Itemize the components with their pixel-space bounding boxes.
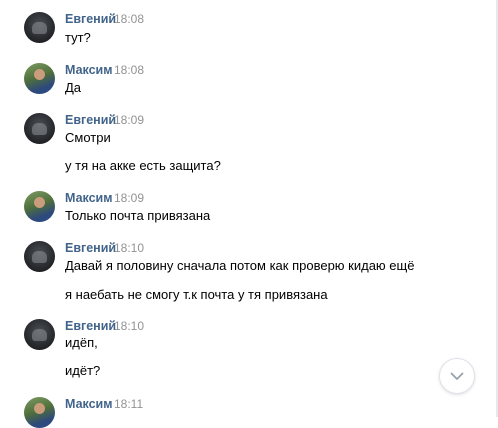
- author-name[interactable]: Евгений: [65, 12, 116, 27]
- message-text: идёт?: [65, 363, 101, 378]
- avatar[interactable]: [24, 113, 55, 144]
- avatar[interactable]: [24, 241, 55, 272]
- avatar[interactable]: [24, 63, 55, 94]
- author-name[interactable]: Евгений: [65, 319, 116, 334]
- message-time[interactable]: 18:09: [114, 191, 144, 206]
- avatar[interactable]: [24, 319, 55, 350]
- author-name[interactable]: Евгений: [65, 113, 116, 128]
- message-text: тут?: [65, 30, 91, 45]
- message-time[interactable]: 18:10: [114, 241, 144, 256]
- message-time[interactable]: 18:08: [114, 63, 144, 78]
- message-text: я наебать не смогу т.к почта у тя привяз…: [65, 287, 328, 302]
- message-time[interactable]: 18:08: [114, 12, 144, 27]
- avatar[interactable]: [24, 191, 55, 222]
- message-time[interactable]: 18:09: [114, 113, 144, 128]
- avatar[interactable]: [24, 397, 55, 428]
- avatar[interactable]: [24, 12, 55, 43]
- message-text: Да: [65, 80, 82, 95]
- message-time[interactable]: 18:11: [114, 397, 143, 412]
- message-time[interactable]: 18:10: [114, 319, 144, 334]
- message-text: у тя на акке есть защита?: [65, 158, 221, 173]
- chevron-down-icon: [450, 372, 464, 380]
- message-text: идёп,: [65, 335, 98, 350]
- author-name[interactable]: Евгений: [65, 241, 116, 256]
- author-name[interactable]: Максим: [65, 397, 113, 412]
- message-text: Только почта привязана: [65, 208, 211, 223]
- author-name[interactable]: Максим: [65, 191, 113, 206]
- message-text: Смотри: [65, 130, 111, 145]
- message-text: Давай я половину сначала потом как прове…: [65, 258, 415, 273]
- scroll-down-button[interactable]: [439, 358, 475, 394]
- author-name[interactable]: Максим: [65, 63, 113, 78]
